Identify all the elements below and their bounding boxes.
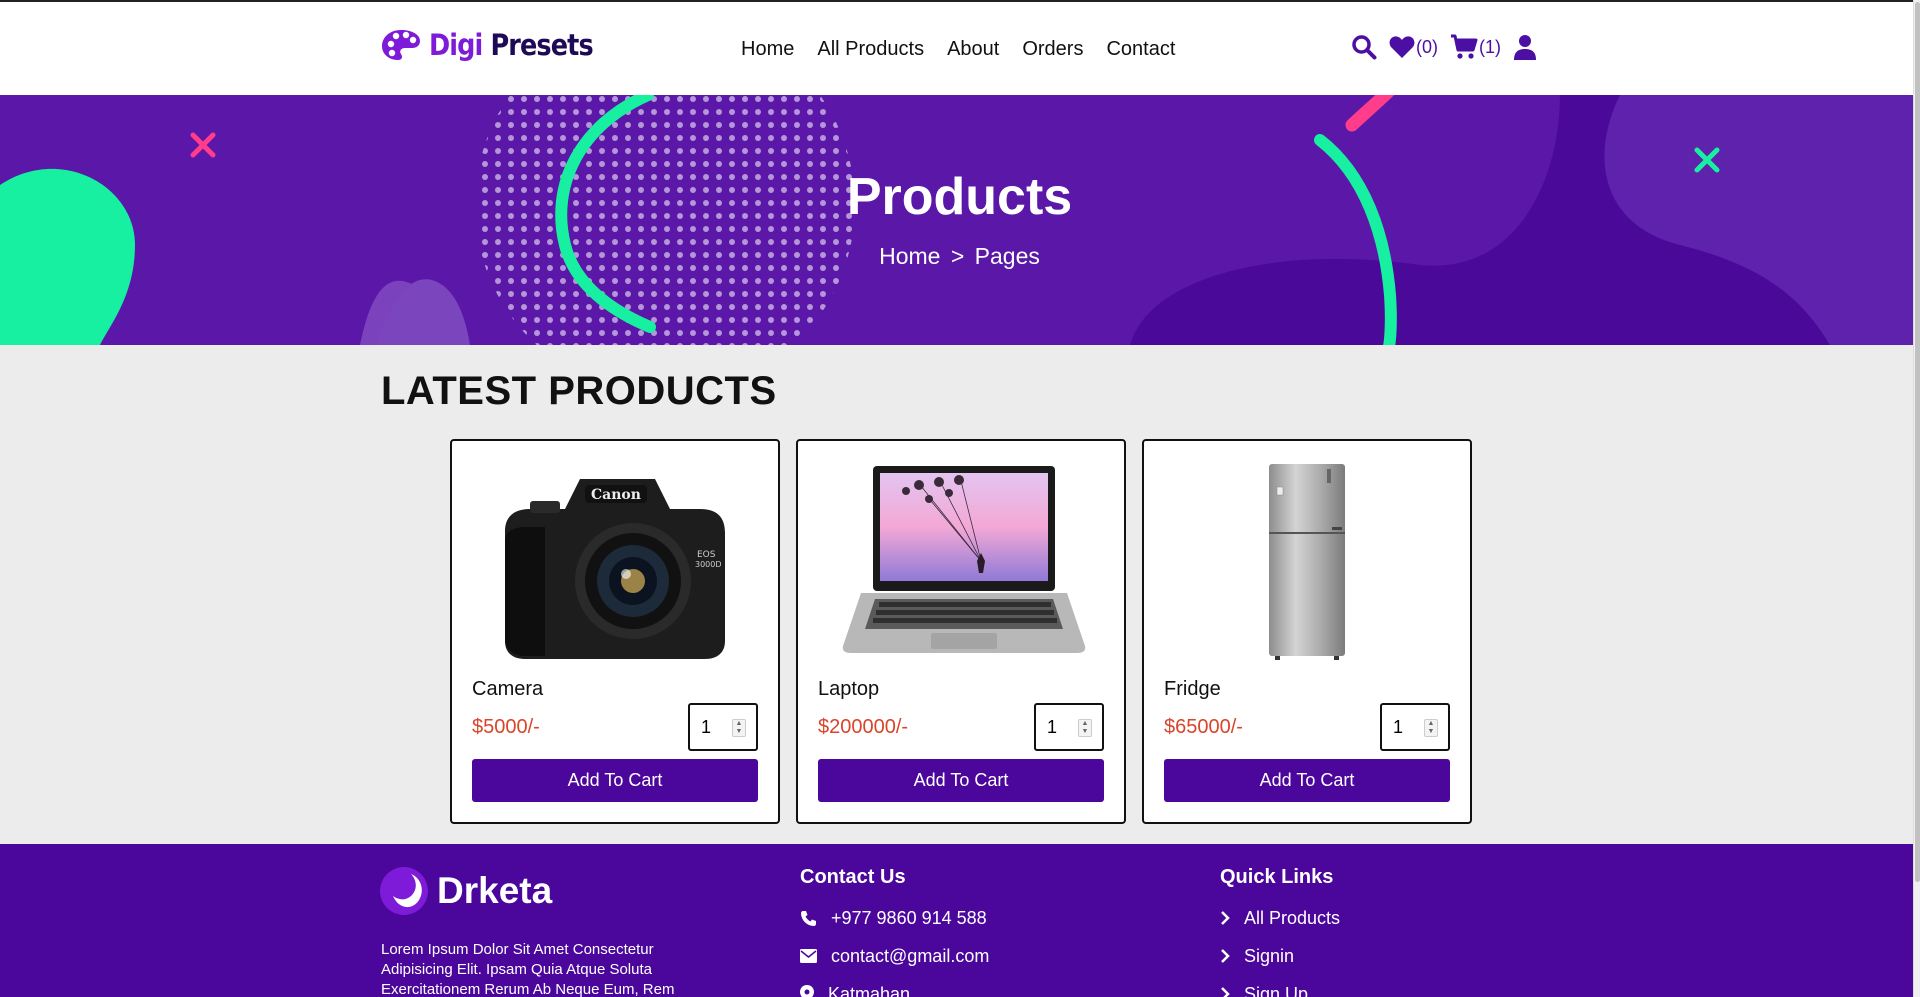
breadcrumb: Home > Pages <box>0 243 1913 270</box>
phone-icon <box>801 910 816 926</box>
cart-count: (1) <box>1479 36 1501 57</box>
product-grid: Canon EOS 3000D Camera $5000/- 1 ▲ ▼ Add … <box>450 439 1472 824</box>
camera-image: Canon EOS 3000D <box>505 479 725 659</box>
product-name: Fridge <box>1164 678 1221 700</box>
product-image-laptop[interactable] <box>818 461 1104 661</box>
product-card-laptop: Laptop $200000/- 1 ▲ ▼ Add To Cart <box>796 439 1126 824</box>
product-price: $65000/- <box>1164 716 1243 738</box>
footer-link-label: Sign Up <box>1244 983 1309 997</box>
nav-contact[interactable]: Contact <box>1106 38 1175 61</box>
product-name: Camera <box>472 678 544 700</box>
footer-contact: Contact Us +977 9860 914 588 contact@gma… <box>800 866 989 997</box>
product-image-fridge[interactable] <box>1164 461 1450 661</box>
svg-text:EOS: EOS <box>697 550 716 560</box>
cart-icon <box>1451 34 1478 59</box>
site-logo[interactable]: Digi Presets <box>381 28 615 62</box>
product-name: Laptop <box>818 678 880 700</box>
footer-address-text: Katmahan <box>828 983 911 997</box>
section-title: LATEST PRODUCTS <box>381 369 777 413</box>
quantity-spinner-icon[interactable]: ▲ ▼ <box>1424 719 1438 737</box>
footer-about-text: Lorem Ipsum Dolor Sit Amet Consectetur A… <box>381 941 675 997</box>
scrollbar-thumb[interactable] <box>1915 2 1920 882</box>
chevron-right-icon <box>1221 911 1230 925</box>
header-icons: (0) (1) <box>1351 34 1537 60</box>
heart-icon <box>1389 36 1415 58</box>
footer-link-label: All Products <box>1244 907 1341 928</box>
quantity-value: 1 <box>701 716 712 737</box>
footer-quick-links-title: Quick Links <box>1220 866 1334 888</box>
palette-icon <box>382 30 420 60</box>
footer-phone[interactable]: +977 9860 914 588 <box>800 906 989 930</box>
nav-home[interactable]: Home <box>741 38 794 61</box>
moon-icon <box>380 867 428 915</box>
site-footer: Drketa Lorem Ipsum Dolor Sit Amet Consec… <box>0 844 1913 997</box>
footer-logo[interactable]: Drketa <box>379 866 552 916</box>
quantity-value: 1 <box>1393 716 1404 737</box>
footer-link-label: Signin <box>1244 945 1295 966</box>
quantity-spinner-icon[interactable]: ▲ ▼ <box>732 719 746 737</box>
footer-contact-title: Contact Us <box>800 866 906 888</box>
chevron-right-icon <box>1221 987 1230 997</box>
page-scrollbar[interactable] <box>1913 0 1920 997</box>
page-banner: Products Home > Pages <box>0 95 1913 345</box>
page-title: Products <box>846 168 1073 226</box>
footer-phone-text: +977 9860 914 588 <box>831 907 987 928</box>
product-price: $200000/- <box>818 716 909 738</box>
quantity-input[interactable]: 1 ▲ ▼ <box>1380 703 1450 751</box>
footer-quick-links: Quick Links All Products Signin Sign Up <box>1220 866 1340 997</box>
footer-link-signup[interactable]: Sign Up <box>1220 982 1340 997</box>
add-to-cart-button[interactable]: Add To Cart <box>818 759 1104 802</box>
add-to-cart-button[interactable]: Add To Cart <box>1164 759 1450 802</box>
footer-email[interactable]: contact@gmail.com <box>800 944 989 968</box>
svg-text:3000D: 3000D <box>695 560 722 569</box>
breadcrumb-separator: > <box>950 243 965 269</box>
footer-link-all-products[interactable]: All Products <box>1220 906 1340 930</box>
site-header: Digi Presets Home All Products About Ord… <box>0 0 1913 95</box>
breadcrumb-current: Pages <box>974 243 1040 269</box>
footer-brand: Drketa <box>437 870 553 911</box>
quantity-spinner-icon[interactable]: ▲ ▼ <box>1078 719 1092 737</box>
chevron-right-icon <box>1221 949 1230 963</box>
nav-about[interactable]: About <box>947 38 999 61</box>
user-icon[interactable] <box>1513 34 1537 60</box>
quantity-input[interactable]: 1 ▲ ▼ <box>1034 703 1104 751</box>
wishlist-count: (0) <box>1416 36 1438 57</box>
search-icon[interactable] <box>1351 34 1377 60</box>
footer-address[interactable]: Katmahan <box>800 982 989 997</box>
fridge-image <box>1269 464 1345 660</box>
quantity-value: 1 <box>1047 716 1058 737</box>
add-to-cart-button[interactable]: Add To Cart <box>472 759 758 802</box>
main-nav: Home All Products About Orders Contact <box>741 38 1175 61</box>
logo-text-digi: Digi <box>429 28 483 62</box>
nav-orders[interactable]: Orders <box>1022 38 1083 61</box>
quantity-input[interactable]: 1 ▲ ▼ <box>688 703 758 751</box>
wishlist-button[interactable]: (0) <box>1389 35 1438 59</box>
cart-button[interactable]: (1) <box>1450 34 1501 60</box>
svg-text:Canon: Canon <box>591 487 641 503</box>
logo-text-presets: Presets <box>490 28 593 62</box>
product-card-fridge: Fridge $65000/- 1 ▲ ▼ Add To Cart <box>1142 439 1472 824</box>
footer-email-text: contact@gmail.com <box>831 945 990 966</box>
breadcrumb-home[interactable]: Home <box>879 243 940 269</box>
location-pin-icon <box>800 985 814 997</box>
nav-all-products[interactable]: All Products <box>817 38 924 61</box>
laptop-image <box>842 466 1086 653</box>
product-image-camera[interactable]: Canon EOS 3000D <box>472 461 758 661</box>
envelope-icon <box>800 949 817 963</box>
footer-link-signin[interactable]: Signin <box>1220 944 1340 968</box>
product-price: $5000/- <box>472 716 540 738</box>
product-card-camera: Canon EOS 3000D Camera $5000/- 1 ▲ ▼ Add … <box>450 439 780 824</box>
